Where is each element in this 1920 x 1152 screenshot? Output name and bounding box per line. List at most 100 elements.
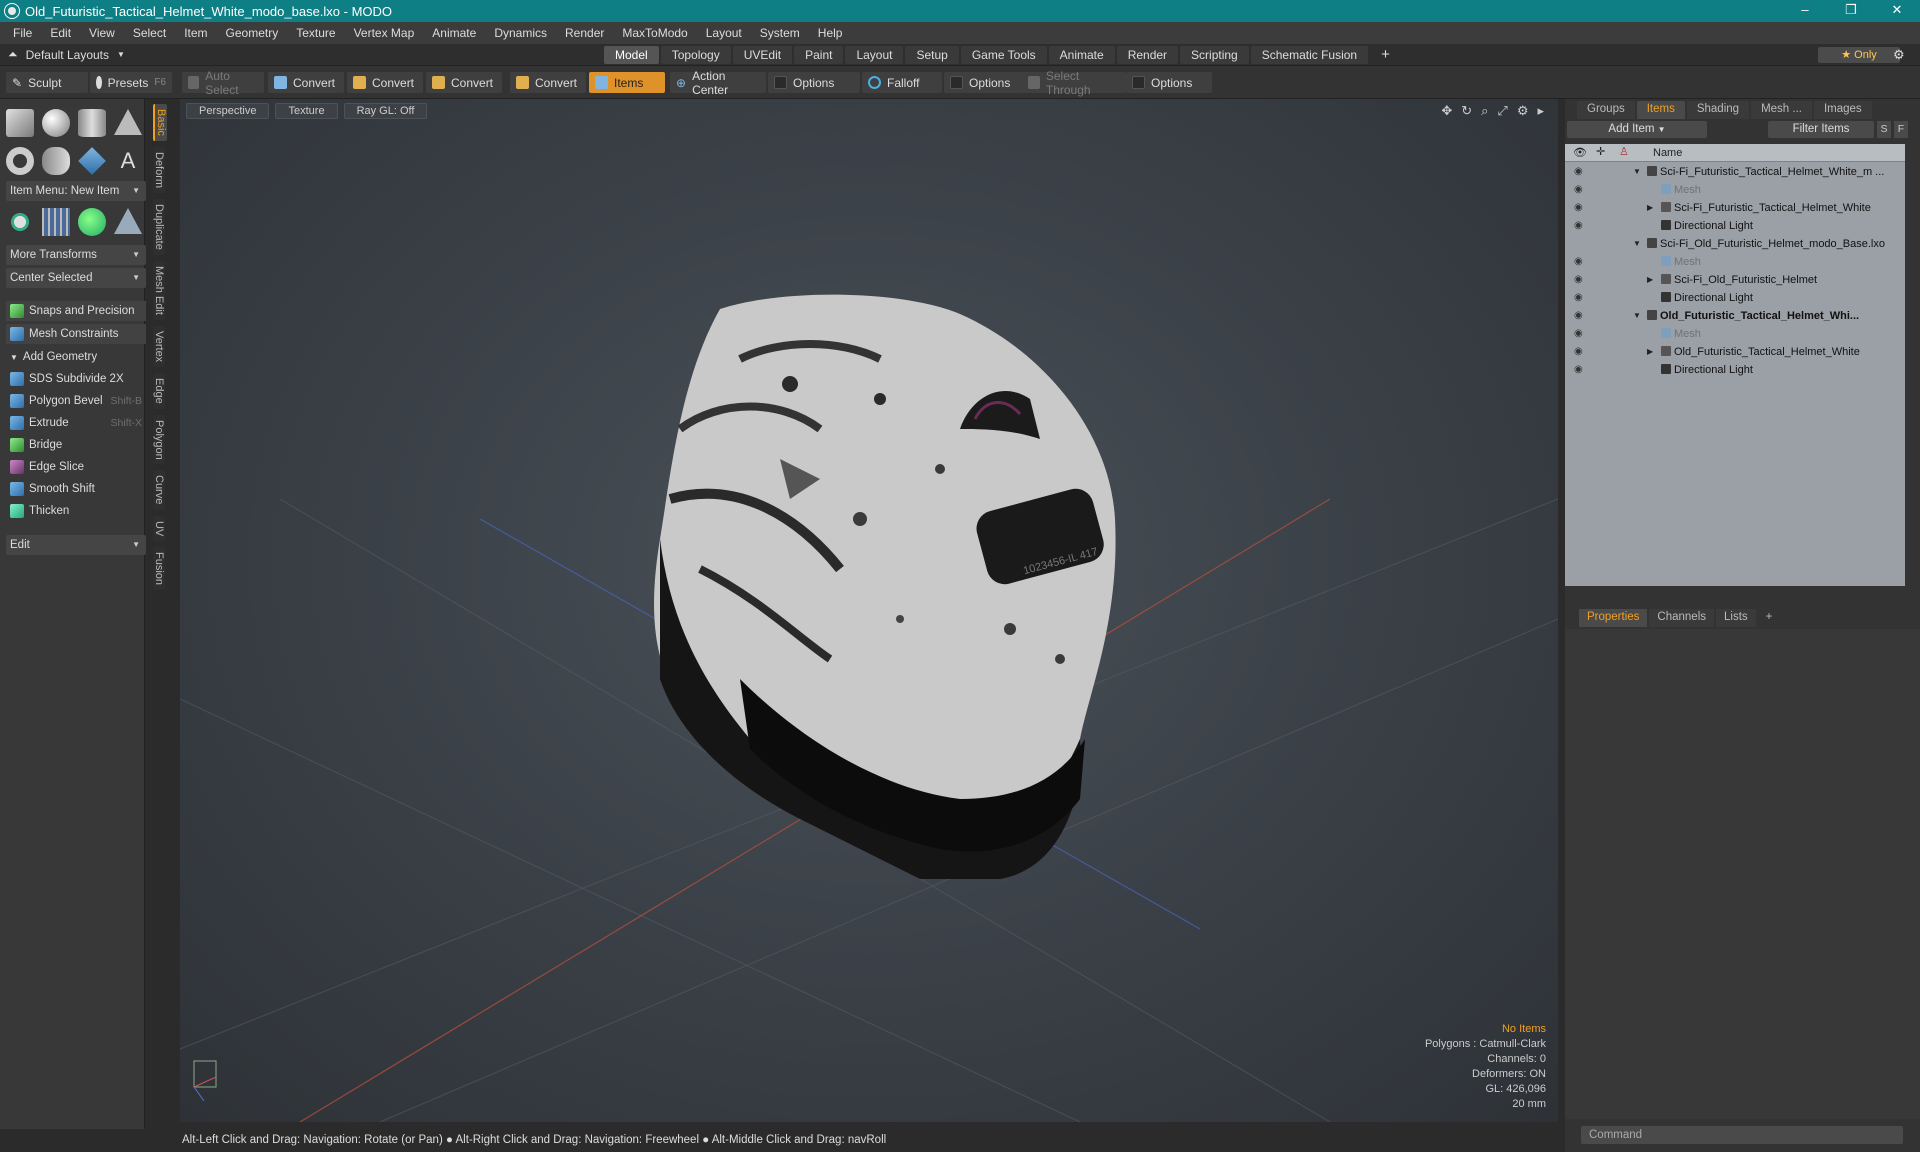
default-layouts-dropdown[interactable]: ⏶ Default Layouts ▼ <box>8 47 125 62</box>
tab-schematic-fusion[interactable]: Schematic Fusion <box>1250 46 1369 64</box>
settings-icon[interactable]: ⚙ <box>1517 103 1529 119</box>
fit-icon[interactable]: ⤢ <box>1497 103 1507 119</box>
collapse-triangle-icon[interactable]: ▶ <box>1647 343 1653 361</box>
visibility-eye-icon[interactable]: ◉ <box>1574 163 1583 181</box>
tab-lists[interactable]: Lists <box>1716 609 1756 627</box>
menu-file[interactable]: File <box>4 26 41 40</box>
vtab-basic[interactable]: Basic <box>153 104 167 141</box>
zoom-icon[interactable]: ⌕ <box>1481 103 1488 119</box>
visibility-eye-icon[interactable]: ◉ <box>1574 181 1583 199</box>
close-button[interactable]: ✕ <box>1874 0 1920 22</box>
vtab-polygon[interactable]: Polygon <box>153 414 165 465</box>
visibility-eye-icon[interactable]: ◉ <box>1574 343 1583 361</box>
snaps-precision-button[interactable]: Snaps and Precision <box>6 301 146 321</box>
convert-items-button[interactable]: Convert <box>510 72 586 93</box>
cone-icon[interactable] <box>114 109 142 135</box>
globe-icon[interactable] <box>78 208 106 236</box>
grid-icon[interactable] <box>42 208 70 236</box>
item-menu-dropdown[interactable]: Item Menu: New Item ▼ <box>6 181 146 201</box>
add-item-button[interactable]: Add Item ▼ <box>1567 121 1707 138</box>
tree-row[interactable]: ◉ Mesh <box>1565 181 1905 199</box>
items-mode-button[interactable]: Items <box>589 72 665 93</box>
menu-system[interactable]: System <box>751 26 809 40</box>
visibility-eye-icon[interactable]: ◉ <box>1574 253 1583 271</box>
visibility-eye-icon[interactable]: ◉ <box>1574 271 1583 289</box>
tree-row[interactable]: ◉ ▶ Sci-Fi_Old_Futuristic_Helmet <box>1565 271 1905 289</box>
expand-icon[interactable]: ▸ <box>1537 103 1544 119</box>
visibility-eye-icon[interactable]: ◉ <box>1574 289 1583 307</box>
maximize-button[interactable]: ❐ <box>1828 0 1874 22</box>
vtab-fusion[interactable]: Fusion <box>153 547 165 591</box>
tab-images[interactable]: Images <box>1813 101 1872 119</box>
gear-icon[interactable]: ⚙ <box>1893 47 1905 63</box>
vtab-duplicate[interactable]: Duplicate <box>153 198 165 255</box>
menu-vertex-map[interactable]: Vertex Map <box>345 26 424 40</box>
tree-row[interactable]: ◉ Directional Light <box>1565 217 1905 235</box>
tree-row[interactable]: ◉ ▼ Sci-Fi_Futuristic_Tactical_Helmet_Whit… <box>1565 163 1905 181</box>
shading-mode-dropdown[interactable]: Texture <box>275 103 338 119</box>
tab-mesh[interactable]: Mesh ... <box>1751 101 1812 119</box>
cube-icon[interactable] <box>6 109 34 137</box>
options-button-1[interactable]: Options <box>768 72 860 93</box>
tree-row[interactable]: ◉ Mesh <box>1565 253 1905 271</box>
tab-properties[interactable]: Properties <box>1579 609 1648 627</box>
command-input[interactable]: Command <box>1581 1126 1903 1144</box>
expand-triangle-icon[interactable]: ▼ <box>1633 307 1641 325</box>
tool-sds-subdivide[interactable]: SDS Subdivide 2X <box>6 369 146 389</box>
falloff-button[interactable]: Falloff <box>862 72 942 93</box>
action-center-button[interactable]: ⊕ Action Center <box>670 69 766 97</box>
menu-geometry[interactable]: Geometry <box>217 26 288 40</box>
options-button-3[interactable]: Options <box>1126 72 1212 93</box>
text-tool-icon[interactable]: A <box>114 147 142 175</box>
tab-topology[interactable]: Topology <box>660 46 731 64</box>
tab-game-tools[interactable]: Game Tools <box>960 46 1047 64</box>
mesh-constraints-button[interactable]: Mesh Constraints <box>6 324 146 344</box>
vtab-vertex[interactable]: Vertex <box>153 325 165 367</box>
tool-smooth-shift[interactable]: Smooth Shift <box>6 479 146 499</box>
3d-viewport[interactable]: 1023456-IL 417 Perspective Texture Ray G… <box>180 99 1558 1122</box>
vtab-edge[interactable]: Edge <box>153 372 165 409</box>
pan-icon[interactable]: ✥ <box>1441 103 1452 119</box>
tab-model[interactable]: Model <box>604 46 659 64</box>
sphere-icon[interactable] <box>42 109 70 137</box>
tool-bridge[interactable]: Bridge <box>6 435 146 455</box>
menu-help[interactable]: Help <box>809 26 852 40</box>
collapse-triangle-icon[interactable]: ▶ <box>1647 271 1653 289</box>
menu-render[interactable]: Render <box>556 26 613 40</box>
tree-row[interactable]: ◉ Directional Light <box>1565 361 1905 379</box>
torus-icon[interactable] <box>6 147 34 175</box>
vtab-mesh-edit[interactable]: Mesh Edit <box>153 260 165 320</box>
add-geometry-header[interactable]: ▼ Add Geometry <box>6 347 146 367</box>
tab-paint[interactable]: Paint <box>794 46 844 64</box>
pen-tool-icon[interactable] <box>78 147 106 175</box>
menu-select[interactable]: Select <box>124 26 175 40</box>
tab-scripting[interactable]: Scripting <box>1180 46 1249 64</box>
menu-texture[interactable]: Texture <box>287 26 344 40</box>
tree-row[interactable]: ◉ ▶ Sci-Fi_Futuristic_Tactical_Helmet_Whit… <box>1565 199 1905 217</box>
visibility-eye-icon[interactable]: ◉ <box>1574 199 1583 217</box>
capsule-icon[interactable] <box>42 147 70 175</box>
tab-shading[interactable]: Shading <box>1686 101 1750 119</box>
convert-edges-button[interactable]: Convert <box>347 72 423 93</box>
visibility-eye-icon[interactable]: ◉ <box>1574 217 1583 235</box>
tool-thicken[interactable]: Thicken <box>6 501 146 521</box>
pyramid-icon[interactable] <box>114 208 142 234</box>
expand-triangle-icon[interactable]: ▼ <box>1633 163 1641 181</box>
tab-uvedit[interactable]: UVEdit <box>732 46 793 64</box>
tree-row[interactable]: ▼ Sci-Fi_Old_Futuristic_Helmet_modo_Base.… <box>1565 235 1905 253</box>
menu-view[interactable]: View <box>80 26 124 40</box>
convert-polygons-button[interactable]: Convert <box>426 72 502 93</box>
s-filter-button[interactable]: S <box>1877 121 1891 138</box>
rotate-icon[interactable]: ↻ <box>1461 103 1472 119</box>
menu-layout[interactable]: Layout <box>697 26 751 40</box>
cylinder-icon[interactable] <box>78 109 106 137</box>
sculpt-button[interactable]: ✎ Sculpt <box>6 72 88 93</box>
auto-select-button[interactable]: Auto Select <box>182 69 264 97</box>
visibility-eye-icon[interactable]: ◉ <box>1574 307 1583 325</box>
menu-maxtomodo[interactable]: MaxToModo <box>613 26 696 40</box>
filter-items-input[interactable]: Filter Items <box>1768 121 1874 138</box>
tree-row[interactable]: ◉ ▶ Old_Futuristic_Tactical_Helmet_White <box>1565 343 1905 361</box>
expand-triangle-icon[interactable]: ▼ <box>1633 235 1641 253</box>
menu-animate[interactable]: Animate <box>423 26 485 40</box>
vtab-curve[interactable]: Curve <box>153 470 165 510</box>
